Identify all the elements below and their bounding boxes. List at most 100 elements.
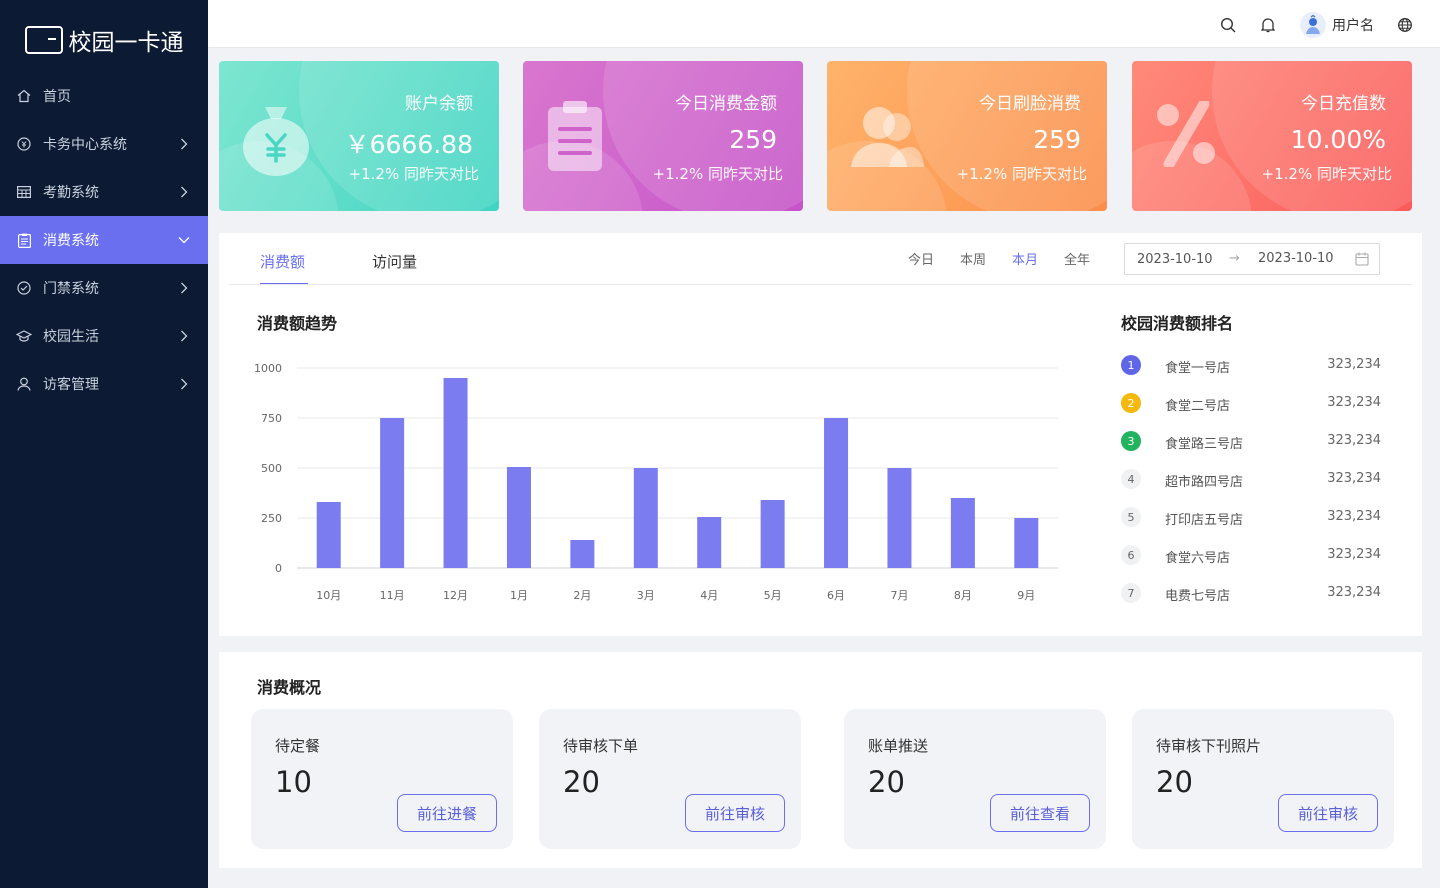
range-month[interactable]: 本月 — [1012, 249, 1038, 268]
bar[interactable] — [1014, 518, 1039, 568]
sidebar-item-label: 门禁系统 — [43, 281, 99, 297]
x-tick-label: 7月 — [890, 589, 908, 602]
overview-panel: 消费概况 待定餐 10 前往进餐 待审核下单 20 前往审核 账单推送 20 前… — [219, 652, 1422, 868]
ranking-row: 1 食堂一号店 323,234 — [1121, 355, 1381, 377]
sidebar-item-label: 校园生活 — [43, 329, 99, 345]
stat-value: 259 — [729, 125, 777, 154]
overview-label: 待审核下单 — [563, 737, 639, 755]
bar[interactable] — [380, 418, 405, 568]
range-year[interactable]: 全年 — [1064, 249, 1090, 268]
go-dine-button[interactable]: 前往进餐 — [397, 794, 497, 832]
sidebar-item-visitor[interactable]: 访客管理 — [0, 360, 208, 408]
stat-compare: +1.2% 同昨天对比 — [1261, 165, 1392, 183]
tab-visits[interactable]: 访问量 — [372, 251, 417, 272]
ranking-row: 3 食堂路三号店 323,234 — [1121, 431, 1381, 453]
stat-card-today-spend: 今日消费金额 259 +1.2% 同昨天对比 — [523, 61, 803, 211]
home-icon — [16, 88, 32, 104]
stat-compare: +1.2% 同昨天对比 — [956, 165, 1087, 183]
username[interactable]: 用户名 — [1332, 15, 1374, 35]
x-tick-label: 9月 — [1017, 589, 1035, 602]
x-tick-label: 3月 — [637, 589, 655, 602]
avatar[interactable] — [1300, 12, 1326, 38]
sidebar-item-campus-life[interactable]: 校园生活 — [0, 312, 208, 360]
tab-consumption[interactable]: 消费额 — [260, 251, 305, 272]
ranking-row: 7 电费七号店 323,234 — [1121, 583, 1381, 605]
rank-store-name: 打印店五号店 — [1165, 513, 1244, 528]
ranking-row: 4 超市路四号店 323,234 — [1121, 469, 1381, 491]
stat-title: 今日刷脸消费 — [979, 94, 1081, 114]
x-tick-label: 10月 — [316, 589, 341, 602]
consumption-bar-chart: 0 250 500 750 1000 10月 11月 12月 1月 2月 3月 4月 5月 6月 7月 8月 9… — [254, 362, 1058, 602]
sidebar-item-home[interactable]: 首页 — [0, 72, 208, 120]
overview-label: 账单推送 — [868, 737, 929, 755]
rank-value: 323,234 — [1327, 585, 1381, 600]
go-review-button[interactable]: 前往审核 — [685, 794, 785, 832]
stat-title: 今日充值数 — [1301, 94, 1386, 114]
date-range-picker[interactable]: 2023-10-10 → 2023-10-10 — [1124, 243, 1380, 275]
bar[interactable] — [887, 468, 912, 568]
rank-number: 6 — [1121, 545, 1141, 565]
stat-compare: +1.2% 同昨天对比 — [348, 165, 479, 183]
wallet-icon — [24, 26, 63, 54]
x-tick-label: 2月 — [573, 589, 591, 602]
bar[interactable] — [950, 498, 975, 568]
bar[interactable] — [443, 378, 468, 568]
rank-store-name: 食堂二号店 — [1165, 399, 1231, 414]
chevron-right-icon — [178, 282, 190, 294]
x-tick-label: 11月 — [380, 589, 405, 602]
bar[interactable] — [760, 500, 785, 568]
globe-icon[interactable] — [1396, 16, 1414, 34]
chevron-right-icon — [178, 378, 190, 390]
stat-title: 今日消费金额 — [675, 94, 777, 114]
date-start[interactable]: 2023-10-10 — [1137, 252, 1213, 267]
search-icon[interactable] — [1219, 16, 1237, 34]
bar[interactable] — [697, 517, 722, 568]
app-title: 校园一卡通 — [68, 30, 184, 56]
overview-card: 待审核下刊照片 20 前往审核 — [1132, 709, 1394, 849]
x-tick-label: 1月 — [510, 589, 528, 602]
sidebar-item-label: 首页 — [43, 89, 71, 105]
range-week[interactable]: 本周 — [960, 249, 986, 268]
range-today[interactable]: 今日 — [908, 249, 934, 268]
clipboard-icon — [545, 101, 605, 177]
date-end[interactable]: 2023-10-10 — [1258, 251, 1334, 266]
bar[interactable] — [316, 502, 341, 568]
bar[interactable] — [633, 468, 658, 568]
overview-count: 20 — [563, 765, 600, 799]
x-tick-label: 12月 — [443, 589, 468, 602]
check-circle-icon — [16, 280, 32, 296]
x-tick-label: 5月 — [764, 589, 782, 602]
stat-card-balance: 账户余额 ￥6666.88 +1.2% 同昨天对比 — [219, 61, 499, 211]
go-view-button[interactable]: 前往查看 — [990, 794, 1090, 832]
sidebar-item-attendance[interactable]: 考勤系统 — [0, 168, 208, 216]
bell-icon[interactable] — [1259, 16, 1277, 34]
rank-number: 1 — [1121, 355, 1141, 375]
coin-icon — [16, 136, 32, 152]
table-icon — [16, 184, 32, 200]
bar[interactable] — [570, 540, 595, 568]
bar[interactable] — [506, 467, 531, 568]
rank-value: 323,234 — [1327, 357, 1381, 372]
sidebar-item-label: 消费系统 — [43, 233, 99, 249]
sidebar-item-label: 卡务中心系统 — [43, 137, 127, 153]
bar[interactable] — [824, 418, 849, 568]
calendar-icon — [1355, 252, 1369, 270]
sidebar-item-access[interactable]: 门禁系统 — [0, 264, 208, 312]
sidebar: 校园一卡通 首页 卡务中心系统 考勤系统 消费系统 门禁系统 校园生活 访客管理 — [0, 0, 208, 888]
rank-number: 5 — [1121, 507, 1141, 527]
overview-count: 10 — [275, 765, 312, 799]
sidebar-item-card-center[interactable]: 卡务中心系统 — [0, 120, 208, 168]
rank-store-name: 食堂六号店 — [1165, 551, 1231, 566]
go-review-photo-button[interactable]: 前往审核 — [1278, 794, 1378, 832]
sidebar-item-label: 考勤系统 — [43, 185, 99, 201]
percent-icon — [1154, 98, 1220, 171]
rank-value: 323,234 — [1327, 547, 1381, 562]
overview-count: 20 — [868, 765, 905, 799]
y-tick-label: 0 — [275, 562, 282, 575]
rank-number: 7 — [1121, 583, 1141, 603]
consumption-chart-panel: 消费额 访问量 今日 本周 本月 全年 2023-10-10 → 2023-10… — [219, 233, 1422, 636]
overview-count: 20 — [1156, 765, 1193, 799]
x-tick-label: 4月 — [700, 589, 718, 602]
chevron-right-icon — [178, 186, 190, 198]
sidebar-item-consumption[interactable]: 消费系统 — [0, 216, 208, 264]
